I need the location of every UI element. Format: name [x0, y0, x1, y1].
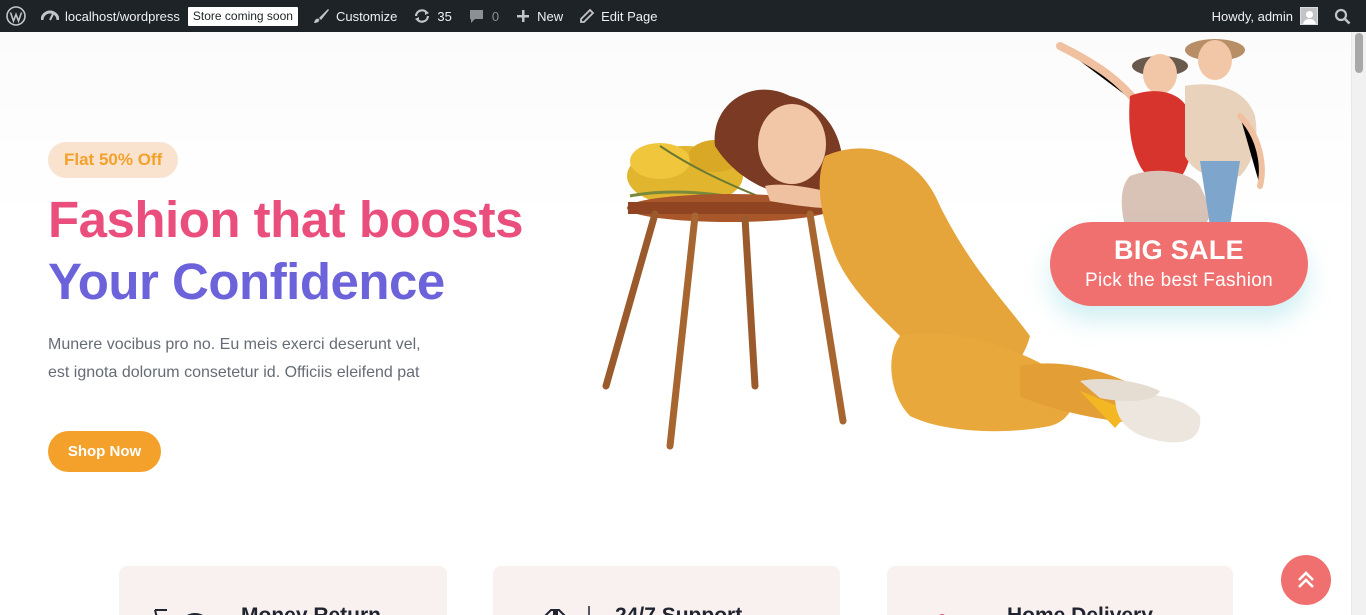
dashboard-icon: [41, 10, 59, 21]
money-return-icon: [154, 609, 203, 615]
sale-title: BIG SALE: [1114, 235, 1244, 265]
sale-subtitle: Pick the best Fashion: [1085, 270, 1273, 291]
support-icon: [544, 606, 590, 615]
hero-description: Munere vocibus pro no. Eu meis exerci de…: [48, 336, 421, 381]
shop-now-button[interactable]: Shop Now: [48, 431, 161, 472]
account-menu[interactable]: Howdy, admin: [1204, 0, 1326, 32]
store-status[interactable]: Store coming soon: [187, 0, 304, 32]
admin-bar: localhost/wordpress Store coming soon Cu…: [0, 0, 1366, 32]
edit-page-link[interactable]: Edit Page: [571, 0, 665, 32]
search-button[interactable]: [1326, 0, 1366, 32]
scrollbar-thumb[interactable]: [1355, 33, 1363, 73]
feature-title: 24/7 Support: [615, 604, 742, 615]
brush-icon: [313, 9, 329, 23]
discount-badge: Flat 50% Off: [48, 142, 179, 178]
customize-link[interactable]: Customize: [304, 0, 405, 32]
back-to-top-button[interactable]: [1281, 555, 1331, 605]
new-content-link[interactable]: New: [507, 0, 571, 32]
comment-icon: [469, 10, 483, 23]
pencil-icon: [580, 8, 595, 23]
search-icon: [1334, 8, 1351, 24]
customize-label: Customize: [335, 8, 398, 24]
double-chevron-up-icon: [1298, 571, 1314, 588]
feature-card-money-return: Money Return: [119, 566, 447, 615]
models-group-illustration: [1056, 39, 1265, 226]
hero-title-line-2: Your Confidence: [48, 253, 445, 310]
delivery-icon: [939, 614, 945, 615]
page-scrollbar[interactable]: [1351, 32, 1366, 615]
comments-link[interactable]: 0: [460, 0, 507, 32]
feature-title: Money Return: [241, 604, 381, 615]
updates-icon: [415, 9, 430, 23]
new-label: New: [537, 8, 564, 24]
feature-card-support: 24/7 Support: [493, 566, 840, 615]
howdy-text: Howdy, admin: [1211, 8, 1293, 24]
plus-icon: [517, 10, 530, 22]
feature-title: Home Delivery: [1007, 604, 1153, 615]
site-name-link[interactable]: localhost/wordpress: [33, 0, 188, 32]
hero-title-line-1: Fashion that boosts: [48, 191, 524, 248]
comments-count: 0: [491, 8, 500, 24]
big-sale-banner[interactable]: BIG SALE Pick the best Fashion: [1050, 222, 1308, 306]
feature-card-home-delivery: Home Delivery: [887, 566, 1233, 615]
edit-page-label: Edit Page: [601, 8, 658, 24]
site-name: localhost/wordpress: [65, 8, 180, 24]
store-coming-soon-badge[interactable]: Store coming soon: [187, 6, 298, 26]
updates-link[interactable]: 35: [405, 0, 459, 32]
avatar: [1300, 7, 1318, 25]
updates-count: 35: [437, 8, 452, 24]
wordpress-logo-icon[interactable]: [0, 0, 33, 32]
stool-illustration: [602, 194, 847, 450]
